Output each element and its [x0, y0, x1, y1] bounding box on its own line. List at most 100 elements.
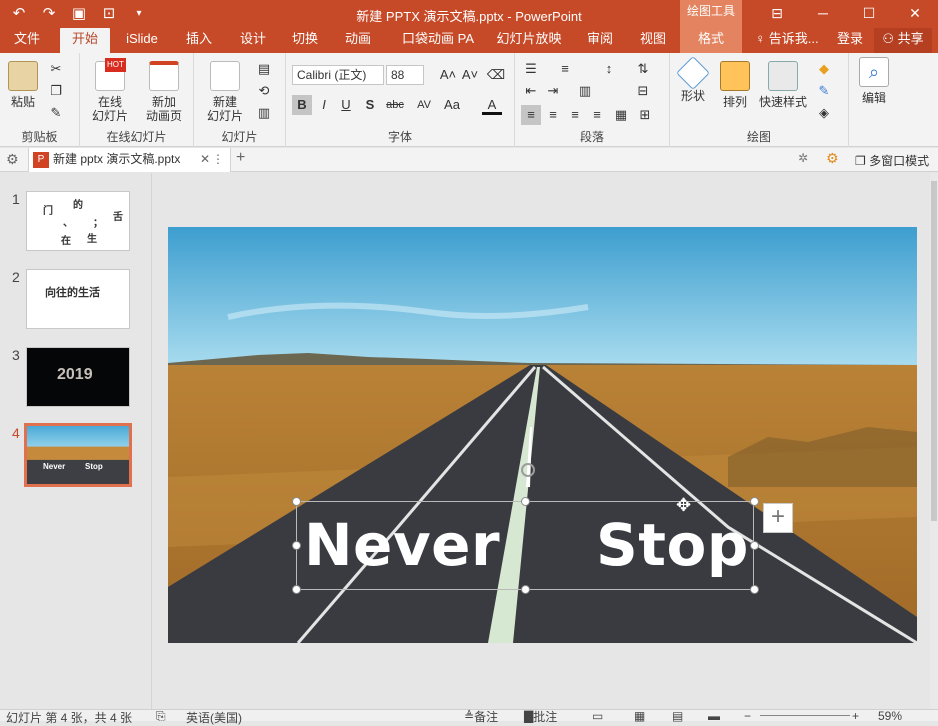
- tab-view[interactable]: 视图: [630, 28, 676, 53]
- current-slide[interactable]: Never Stop ✥: [168, 227, 917, 643]
- scrollbar-thumb[interactable]: [931, 181, 937, 521]
- tab-insert[interactable]: 插入: [176, 28, 222, 53]
- gear-icon[interactable]: ⚙: [826, 150, 839, 167]
- spellcheck-icon[interactable]: ⎘: [156, 709, 166, 724]
- online-slides-button[interactable]: HOT 在线 幻灯片: [86, 58, 134, 123]
- tab-slideshow[interactable]: 幻灯片放映: [491, 28, 567, 53]
- shape-outline-icon[interactable]: ✎: [814, 81, 834, 101]
- underline-button[interactable]: U: [336, 95, 356, 115]
- align-center-icon[interactable]: ≡: [543, 105, 563, 125]
- change-case-button[interactable]: Aa: [440, 95, 464, 115]
- multi-window-button[interactable]: ❐ 多窗口模式: [855, 152, 929, 169]
- align-left-icon[interactable]: ≡: [521, 105, 541, 125]
- arrange-button[interactable]: 排列: [716, 61, 754, 109]
- shape-effects-icon[interactable]: ◈: [814, 103, 834, 123]
- tab-transitions[interactable]: 切换: [282, 28, 328, 53]
- tab-review[interactable]: 审阅: [577, 28, 623, 53]
- zoom-slider[interactable]: [760, 715, 850, 716]
- new-tab-icon[interactable]: +: [236, 149, 245, 167]
- ribbon-display-icon[interactable]: ⊟: [754, 0, 800, 28]
- new-animation-page-button[interactable]: 新加 动画页: [140, 61, 188, 123]
- line-spacing-icon[interactable]: ↕: [599, 59, 619, 79]
- quick-styles-button[interactable]: 快速样式: [756, 61, 810, 109]
- decrease-font-icon[interactable]: A˅: [460, 65, 480, 85]
- resize-handle-top[interactable]: [521, 497, 530, 506]
- cut-icon[interactable]: ✂: [46, 59, 66, 79]
- format-painter-icon[interactable]: ✎: [46, 103, 66, 123]
- shadow-button[interactable]: S: [360, 95, 380, 115]
- text-direction-icon[interactable]: ⇅: [633, 59, 653, 79]
- char-spacing-button[interactable]: AV: [412, 95, 436, 115]
- slide-editing-area[interactable]: Never Stop ✥ +: [153, 173, 930, 709]
- slides-label: 幻灯片: [221, 130, 258, 144]
- share-button[interactable]: ⚇ 共享: [874, 28, 932, 53]
- numbering-icon[interactable]: ≡: [555, 59, 575, 79]
- slide-thumbnail-selected[interactable]: Never Stop: [24, 423, 132, 487]
- tab-home[interactable]: 开始: [60, 28, 110, 53]
- resize-handle-tl[interactable]: [292, 497, 301, 506]
- rotate-handle[interactable]: [521, 463, 535, 477]
- resize-handle-left[interactable]: [292, 541, 301, 550]
- tab-design[interactable]: 设计: [230, 28, 276, 53]
- tab-file[interactable]: 文件: [4, 28, 50, 53]
- bullets-icon[interactable]: ☰: [521, 59, 541, 79]
- font-color-button[interactable]: A: [482, 95, 502, 115]
- increase-indent-icon[interactable]: ⇥: [543, 81, 563, 101]
- pin-icon[interactable]: ✲: [798, 151, 808, 165]
- tab-animations[interactable]: 动画: [335, 28, 381, 53]
- strikethrough-button[interactable]: abc: [382, 95, 408, 115]
- clear-format-icon[interactable]: ⌫: [486, 65, 506, 85]
- increase-font-icon[interactable]: A˄: [438, 65, 458, 85]
- slide-text-never[interactable]: Never: [304, 511, 500, 579]
- align-right-icon[interactable]: ≡: [565, 105, 585, 125]
- copy-icon[interactable]: ❐: [46, 81, 66, 101]
- document-tab[interactable]: P 新建 pptx 演示文稿.pptx ✕ ⋮: [28, 148, 231, 172]
- move-cursor-icon: ✥: [676, 495, 692, 515]
- slide-thumbnail[interactable]: 向往的生活: [26, 269, 130, 329]
- bold-button[interactable]: B: [292, 95, 312, 115]
- editing-button[interactable]: ⌕ 编辑: [855, 57, 893, 105]
- login-link[interactable]: 登录: [832, 28, 868, 53]
- slide-thumbnails-pane[interactable]: 1 门 的 舌 、 ； 在 生 2 向往的生活 3 2019 4 Never S…: [0, 173, 152, 709]
- close-tab-icon[interactable]: ✕: [200, 148, 210, 170]
- reset-icon[interactable]: ⟲: [254, 81, 274, 101]
- tab-islide[interactable]: iSlide: [118, 28, 166, 53]
- maximize-icon[interactable]: ☐: [846, 0, 892, 28]
- multi-window-icon: ❐: [855, 154, 866, 168]
- smartart-icon[interactable]: ⊞: [635, 105, 655, 125]
- font-name-select[interactable]: Calibri (正文): [292, 65, 384, 85]
- tab-menu-icon[interactable]: ⋮: [212, 148, 224, 170]
- new-slide-button[interactable]: 新建 幻灯片: [200, 61, 250, 123]
- tab-format[interactable]: 格式: [680, 28, 742, 53]
- font-size-select[interactable]: 88: [386, 65, 424, 85]
- decrease-indent-icon[interactable]: ⇤: [521, 81, 541, 101]
- vertical-scrollbar[interactable]: [930, 173, 938, 709]
- justify-icon[interactable]: ≡: [587, 105, 607, 125]
- doc-settings-icon[interactable]: ⚙: [6, 151, 19, 168]
- distribute-icon[interactable]: ▦: [611, 105, 631, 125]
- align-text-icon[interactable]: ⊟: [633, 81, 653, 101]
- layout-icon[interactable]: ▤: [254, 59, 274, 79]
- resize-handle-bottom[interactable]: [521, 585, 530, 594]
- paste-button[interactable]: 粘贴: [6, 61, 40, 109]
- language-status[interactable]: 英语(美国): [186, 709, 242, 726]
- title-bar: ↶ ↷ ▣ ⊡ ▾ 新建 PPTX 演示文稿.pptx - PowerPoint…: [0, 0, 938, 28]
- shapes-button[interactable]: 形状: [674, 56, 712, 103]
- section-icon[interactable]: ▥: [254, 103, 274, 123]
- italic-button[interactable]: I: [314, 95, 334, 115]
- tab-pocket-animation[interactable]: 口袋动画 PA: [395, 28, 481, 53]
- slide-thumbnail[interactable]: 门 的 舌 、 ； 在 生: [26, 191, 130, 251]
- layout-options-button[interactable]: +: [763, 503, 793, 533]
- resize-handle-bl[interactable]: [292, 585, 301, 594]
- slide-thumbnail[interactable]: 2019: [26, 347, 130, 407]
- resize-handle-right[interactable]: [750, 541, 759, 550]
- slide-text-stop[interactable]: Stop: [596, 511, 749, 579]
- resize-handle-tr[interactable]: [750, 497, 759, 506]
- shape-fill-icon[interactable]: ◆: [814, 59, 834, 79]
- columns-icon[interactable]: ▥: [575, 81, 595, 101]
- minimize-icon[interactable]: ─: [800, 0, 846, 28]
- tell-me-box[interactable]: ♀ 告诉我...: [752, 28, 822, 53]
- find-icon: ⌕: [859, 57, 889, 87]
- resize-handle-br[interactable]: [750, 585, 759, 594]
- close-icon[interactable]: ✕: [892, 0, 938, 28]
